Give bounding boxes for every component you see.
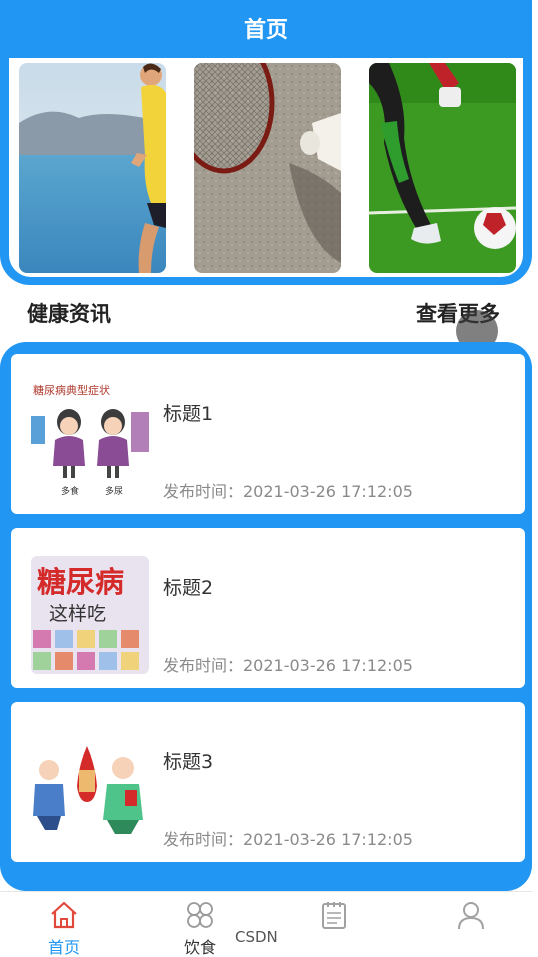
app-header: 首页 — [0, 0, 532, 55]
news-publish-time: 发布时间：2021-03-26 17:12:05 — [163, 656, 413, 675]
thumb-caption: 多尿 — [105, 485, 123, 497]
banner-photo-running[interactable] — [19, 63, 166, 273]
tab-profile[interactable] — [436, 900, 506, 934]
news-title: 标题3 — [163, 751, 214, 773]
news-item[interactable]: 标题3 发布时间：2021-03-26 17:12:05 — [11, 702, 525, 862]
app-page: 首页 健康资讯 查看更多 糖尿病典型症状 多食 多尿 标题1 发布时间：2021… — [0, 0, 532, 957]
thumb-heading: 糖尿病 — [37, 565, 124, 599]
news-publish-time: 发布时间：2021-03-26 17:12:05 — [163, 830, 413, 849]
tab-label: 首页 — [47, 938, 80, 957]
page-title: 首页 — [243, 17, 288, 43]
news-title: 标题1 — [163, 403, 214, 425]
user-icon — [458, 902, 484, 930]
grid-icon — [187, 902, 213, 928]
thumb-subheading: 这样吃 — [49, 603, 106, 625]
thumb-heading: 糖尿病典型症状 — [33, 383, 110, 397]
home-icon — [51, 901, 77, 929]
notepad-icon — [322, 902, 346, 929]
tab-label: 饮食 — [183, 938, 216, 957]
banner-photo-soccer[interactable] — [369, 63, 516, 273]
banner-photo-badminton[interactable] — [194, 63, 341, 273]
section-title: 健康资讯 — [27, 302, 111, 326]
bottom-tab-bar: 首页 饮食 — [0, 891, 532, 957]
news-publish-time: 发布时间：2021-03-26 17:12:05 — [163, 482, 413, 501]
news-thumbnail: 糖尿病典型症状 多食 多尿 — [31, 382, 149, 500]
news-thumbnail: 糖尿病 这样吃 — [31, 556, 149, 674]
watermark: CSDN — [235, 928, 278, 946]
banner-carousel[interactable] — [0, 55, 532, 285]
news-list: 糖尿病典型症状 多食 多尿 标题1 发布时间：2021-03-26 17:12:… — [0, 342, 532, 891]
tab-notes[interactable] — [299, 900, 369, 934]
news-item[interactable]: 糖尿病 这样吃 标题2 发布时间：2021-03-26 17:12:05 — [11, 528, 525, 688]
tab-diet[interactable]: 饮食 — [165, 900, 235, 957]
tab-home[interactable]: 首页 — [29, 900, 99, 957]
banner-frame — [9, 58, 523, 277]
news-title: 标题2 — [163, 577, 214, 599]
thumb-caption: 多食 — [61, 485, 79, 497]
news-thumbnail — [31, 730, 149, 848]
news-item[interactable]: 糖尿病典型症状 多食 多尿 标题1 发布时间：2021-03-26 17:12:… — [11, 354, 525, 514]
